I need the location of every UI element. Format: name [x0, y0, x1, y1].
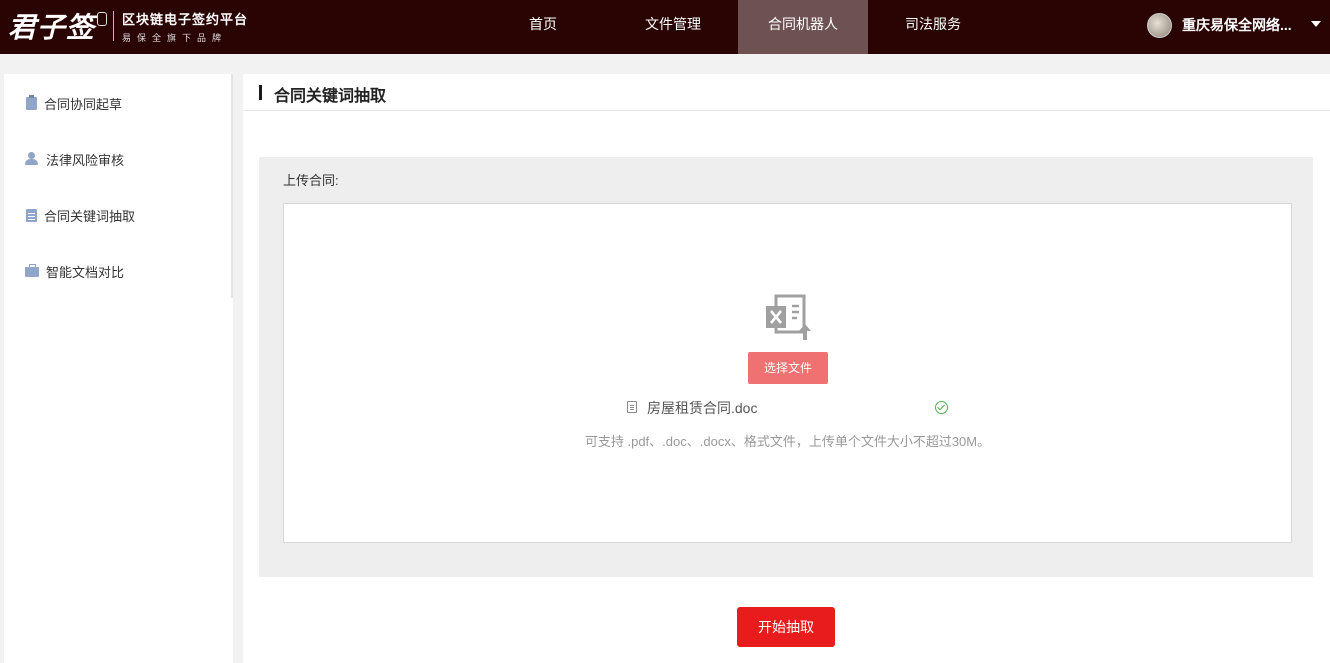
- upload-dropzone[interactable]: 选择文件 房屋租赁合同.doc 可支持 .pdf、.doc、.docx、格式文件…: [283, 203, 1292, 543]
- upload-hint: 可支持 .pdf、.doc、.docx、格式文件，上传单个文件大小不超过30M。: [584, 434, 991, 449]
- check-circle-icon: [935, 401, 948, 414]
- logo-seal-icon: [97, 12, 108, 26]
- start-extraction-button[interactable]: 开始抽取: [737, 607, 835, 647]
- page-title: 合同关键词抽取: [274, 88, 387, 105]
- main-panel: 合同关键词抽取 上传合同: 选择文件 房屋租赁合同.doc 可支持 .pdf、.…: [243, 74, 1330, 663]
- sidebar-item-label: 智能文档对比: [46, 264, 125, 280]
- sidebar-item-document-compare[interactable]: 智能文档对比: [4, 261, 124, 281]
- nav-file-management[interactable]: 文件管理: [608, 0, 738, 54]
- uploaded-file-item[interactable]: 房屋租赁合同.doc: [627, 397, 950, 417]
- upload-section: 上传合同: 选择文件 房屋租赁合同.doc 可支持 .pdf、.doc、.doc…: [259, 157, 1313, 577]
- panel-header: 合同关键词抽取: [243, 74, 1330, 111]
- top-bar: 君子签 区块链电子签约平台 易保全旗下品牌 首页 文件管理 合同机器人 司法服务…: [0, 0, 1330, 54]
- user-icon: [25, 152, 39, 166]
- sidebar-item-label: 合同关键词抽取: [44, 208, 136, 224]
- main-nav: 首页 文件管理 合同机器人 司法服务: [478, 0, 998, 54]
- sidebar-item-label: 法律风险审核: [46, 152, 125, 168]
- title-accent-bar: [259, 85, 262, 100]
- sidebar-item-keyword-extraction[interactable]: 合同关键词抽取: [4, 205, 135, 225]
- nav-contract-robot[interactable]: 合同机器人: [738, 0, 868, 54]
- sidebar-scrollbar[interactable]: [231, 74, 233, 298]
- logo-text: 区块链电子签约平台 易保全旗下品牌: [122, 9, 248, 44]
- logo-subline: 易保全旗下品牌: [122, 32, 228, 43]
- sidebar: 合同协同起草 法律风险审核 合同关键词抽取 智能文档对比: [4, 74, 233, 663]
- logo-divider: [113, 11, 115, 41]
- file-upload-icon: [766, 294, 811, 340]
- logo-wordmark: 君子签: [8, 11, 96, 44]
- choose-file-button[interactable]: 选择文件: [748, 352, 828, 384]
- document-icon: [26, 208, 37, 222]
- briefcase-icon: [25, 264, 39, 278]
- uploaded-file-name[interactable]: 房屋租赁合同.doc: [647, 398, 757, 418]
- user-name[interactable]: 重庆易保全网络...: [1182, 15, 1292, 35]
- logo-tagline: 区块链电子签约平台: [122, 12, 249, 28]
- upload-label: 上传合同:: [283, 173, 339, 188]
- document-icon: [627, 401, 637, 413]
- caret-down-icon[interactable]: [1311, 21, 1321, 27]
- nav-home[interactable]: 首页: [478, 0, 608, 54]
- nav-judicial-services[interactable]: 司法服务: [868, 0, 998, 54]
- avatar[interactable]: [1147, 12, 1172, 38]
- clipboard-icon: [26, 94, 37, 110]
- sidebar-item-legal-risk-review[interactable]: 法律风险审核: [4, 149, 124, 169]
- sidebar-item-label: 合同协同起草: [44, 96, 123, 112]
- user-menu[interactable]: 重庆易保全网络...: [1147, 12, 1321, 38]
- brand-logo[interactable]: 君子签 区块链电子签约平台 易保全旗下品牌: [8, 6, 248, 46]
- sidebar-item-contract-drafting[interactable]: 合同协同起草: [4, 93, 122, 113]
